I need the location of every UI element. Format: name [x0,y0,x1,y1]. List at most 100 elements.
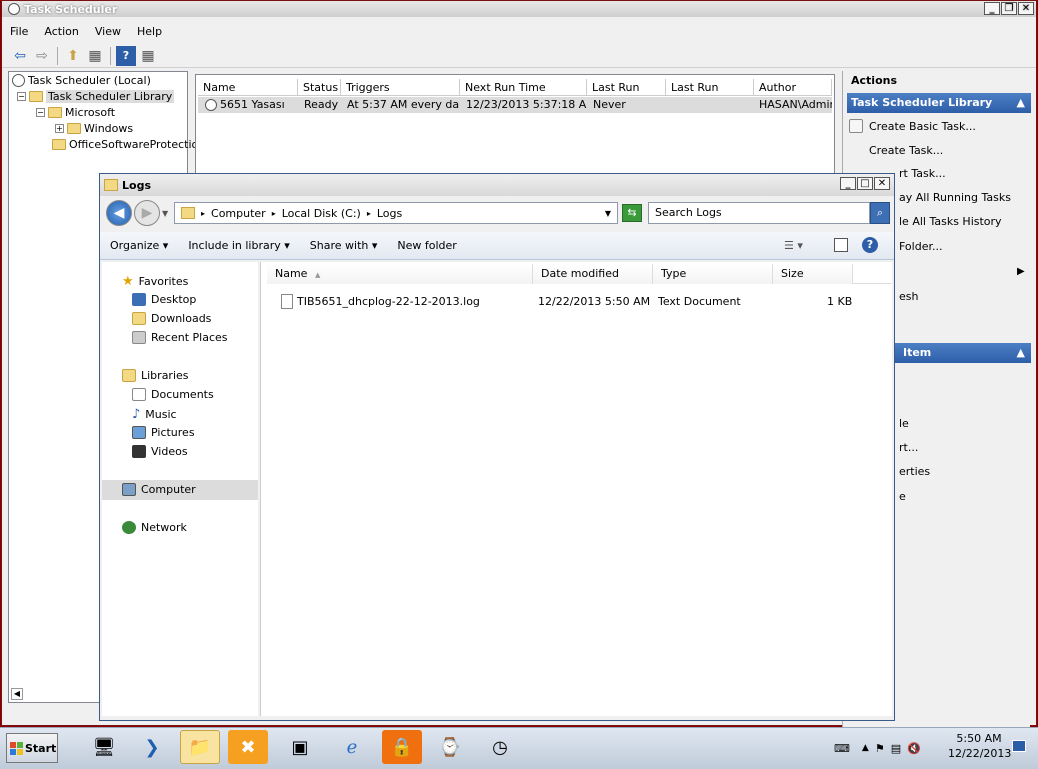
include-library-button[interactable]: Include in library ▾ [178,239,299,252]
nav-recent[interactable]: Recent Places [132,331,228,344]
flag-icon[interactable]: ⚑ [875,742,885,755]
expand-icon[interactable]: + [55,124,64,133]
scroll-left-icon[interactable]: ◀ [11,688,23,700]
menu-help[interactable]: Help [129,25,170,38]
close-button[interactable]: ✕ [1018,2,1034,15]
start-button[interactable]: Start [6,733,58,763]
explorer-taskbar-icon[interactable]: 📁 [180,730,220,764]
share-with-button[interactable]: Share with ▾ [300,239,388,252]
nav-music[interactable]: ♪ Music [132,407,177,422]
address-bar[interactable]: ▸ Computer ▸ Local Disk (C:) ▸ Logs ▼ [174,202,618,224]
action-delete[interactable]: e [899,490,906,503]
restore-button[interactable]: ❐ [1001,2,1017,15]
nav-network[interactable]: Network [122,521,187,534]
refresh-icon[interactable]: ⇆ [622,204,642,222]
action-create-basic-task[interactable]: Create Basic Task... [849,119,976,133]
history-dropdown-icon[interactable]: ▼ [162,209,168,218]
col-last-run[interactable]: Last Run Time [587,79,666,111]
action-pane-icon[interactable]: ▦ [138,46,158,66]
back-arrow-icon[interactable]: ⇦ [10,46,30,66]
menu-file[interactable]: File [2,25,36,38]
lock-app-icon[interactable]: 🔒 [382,730,422,764]
nav-computer[interactable]: Computer [122,483,196,496]
action-display-running[interactable]: ay All Running Tasks [899,191,1011,204]
action-new-folder[interactable]: Folder... [899,240,942,253]
preview-pane-icon[interactable] [834,238,848,252]
forward-arrow-icon[interactable]: ⇨ [32,46,52,66]
col-name[interactable]: Name [198,79,298,96]
app-orange-icon[interactable]: ✖ [228,730,268,764]
col-type[interactable]: Type [653,264,773,284]
minimize-button[interactable]: _ [984,2,1000,15]
chevron-up-icon[interactable]: ▲ [1017,343,1025,363]
action-enable-history[interactable]: le All Tasks History [899,215,1002,228]
up-folder-icon[interactable]: ⬆ [63,46,83,66]
command-bar: Organize ▾ Include in library ▾ Share wi… [100,232,894,260]
keyboard-icon[interactable]: ⌨ [834,742,850,755]
tree-library[interactable]: − Task Scheduler Library [17,90,175,103]
col-name[interactable]: Name ▲ [267,264,533,284]
chevron-up-icon[interactable]: ▲ [1017,93,1025,113]
show-desktop-icon[interactable] [1012,740,1026,752]
action-export[interactable]: rt... [899,441,918,454]
tree-root[interactable]: Task Scheduler (Local) [12,74,151,87]
show-pane-icon[interactable]: ▦ [85,46,105,66]
new-folder-button[interactable]: New folder [387,239,466,252]
col-last-result[interactable]: Last Run Result [666,79,754,111]
show-hidden-icon[interactable]: ▲ [862,743,869,753]
nav-downloads[interactable]: Downloads [132,312,211,325]
nav-pictures[interactable]: Pictures [132,426,195,439]
submenu-arrow-icon[interactable]: ▶ [1017,266,1025,277]
tree-office[interactable]: OfficeSoftwareProtectio [52,138,198,151]
col-size[interactable]: Size [773,264,853,284]
nav-favorites[interactable]: ★ Favorites [122,274,188,289]
powershell-icon[interactable]: ❯ [132,730,172,764]
network-app-icon[interactable]: ▣ [280,730,320,764]
network-tray-icon[interactable]: ▤ [891,742,901,755]
action-create-task[interactable]: Create Task... [849,143,943,157]
col-date[interactable]: Date modified [533,264,653,284]
address-dropdown-icon[interactable]: ▼ [605,209,611,218]
volume-icon[interactable]: 🔇 [907,742,921,755]
action-disable[interactable]: le [899,417,909,430]
view-options-icon[interactable]: ☰ ▾ [784,239,803,252]
col-triggers[interactable]: Triggers [341,79,460,96]
action-properties[interactable]: erties [899,465,930,478]
back-icon[interactable]: ◀ [106,200,132,226]
server-manager-icon[interactable]: 🖥 [84,730,124,764]
close-button[interactable]: ✕ [874,177,890,190]
task-scheduler-taskbar-icon[interactable]: ⌚ [430,730,470,764]
tree-microsoft[interactable]: − Microsoft [36,106,115,119]
search-icon[interactable]: ⌕ [870,202,890,224]
maximize-button[interactable]: □ [857,177,873,190]
breadcrumb-computer[interactable]: Computer [211,207,266,220]
nav-videos[interactable]: Videos [132,445,188,458]
internet-explorer-icon[interactable]: ℯ [332,730,372,764]
organize-button[interactable]: Organize ▾ [100,239,178,252]
col-author[interactable]: Author [754,79,832,96]
nav-documents[interactable]: Documents [132,388,214,401]
clock[interactable]: 5:50 AM 12/22/2013 [948,731,1011,761]
breadcrumb-logs[interactable]: Logs [377,207,402,220]
action-refresh[interactable]: esh [899,290,918,303]
search-input[interactable]: Search Logs [648,202,870,224]
file-name[interactable]: TIB5651_dhcplog-22-12-2013.log [297,295,480,308]
forward-icon[interactable]: ▶ [134,200,160,226]
col-status[interactable]: Status [298,79,341,96]
minimize-button[interactable]: _ [840,177,856,190]
collapse-icon[interactable]: − [36,108,45,117]
tree-windows[interactable]: + Windows [55,122,133,135]
help-icon[interactable]: ? [862,237,878,253]
actions-section-library[interactable]: Task Scheduler Library ▲ [847,93,1031,113]
help-icon[interactable]: ? [116,45,136,66]
menu-action[interactable]: Action [36,25,86,38]
menu-view[interactable]: View [87,25,129,38]
nav-desktop[interactable]: Desktop [132,293,196,306]
col-next-run[interactable]: Next Run Time [460,79,587,96]
action-import-task[interactable]: rt Task... [899,167,946,180]
clock-app-icon[interactable]: ◷ [480,730,520,764]
nav-libraries[interactable]: Libraries [122,369,189,382]
collapse-icon[interactable]: − [17,92,26,101]
folder-icon [181,207,195,219]
breadcrumb-local-disk[interactable]: Local Disk (C:) [282,207,361,220]
